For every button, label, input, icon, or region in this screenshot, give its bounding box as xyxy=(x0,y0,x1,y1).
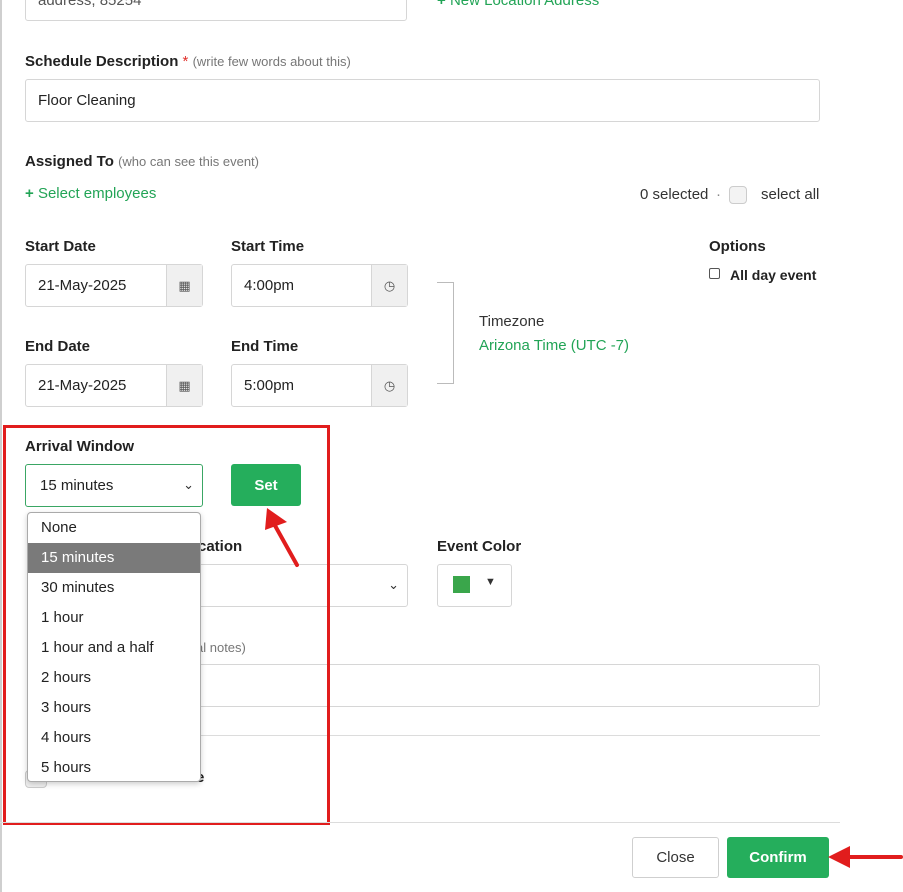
calendar-icon[interactable]: ▦ xyxy=(166,365,202,406)
calendar-icon[interactable]: ▦ xyxy=(166,265,202,306)
modal-left-border xyxy=(0,0,2,892)
end-date-label: End Date xyxy=(25,338,91,355)
clock-icon[interactable]: ◷ xyxy=(371,265,407,306)
start-date-label: Start Date xyxy=(25,238,96,255)
footer-divider xyxy=(0,822,840,823)
end-time-input[interactable]: 5:00pm ◷ xyxy=(231,364,408,407)
chevron-down-icon: ▾ xyxy=(388,0,394,2)
confirm-button[interactable]: Confirm xyxy=(727,837,829,878)
event-color-label: Event Color xyxy=(437,538,522,555)
close-button[interactable]: Close xyxy=(632,837,719,878)
timezone-link[interactable]: Arizona Time (UTC -7) xyxy=(479,337,629,354)
selected-count: 0 selected xyxy=(640,186,709,203)
separator-dot: · xyxy=(716,186,721,203)
start-time-input[interactable]: 4:00pm ◷ xyxy=(231,264,408,307)
chevron-down-icon: ⌄ xyxy=(388,577,399,592)
annotation-highlight-box xyxy=(3,425,330,825)
caret-down-icon: ▼ xyxy=(485,576,496,588)
options-label: Options xyxy=(709,238,766,255)
required-mark: * xyxy=(182,53,189,70)
location-select[interactable]: address, 85254 ▾ xyxy=(25,0,407,21)
end-date-input[interactable]: 21-May-2025 ▦ xyxy=(25,364,203,407)
start-time-label: Start Time xyxy=(231,238,305,255)
plus-icon: + xyxy=(437,0,446,9)
annotation-arrow-confirm xyxy=(828,846,903,868)
all-day-checkbox[interactable] xyxy=(709,268,720,279)
assigned-to-label: Assigned To (who can see this event) xyxy=(25,153,259,170)
new-location-link[interactable]: + New Location Address xyxy=(437,0,599,9)
end-time-label: End Time xyxy=(231,338,299,355)
select-all-label: select all xyxy=(761,186,820,203)
select-employees-link[interactable]: + Select employees xyxy=(25,185,156,202)
annotation-arrow-set xyxy=(265,508,299,567)
all-day-label: All day event xyxy=(730,267,817,283)
clock-icon[interactable]: ◷ xyxy=(371,365,407,406)
time-bracket xyxy=(437,282,454,384)
event-color-picker[interactable]: ▼ xyxy=(437,564,512,607)
schedule-description-input[interactable]: Floor Cleaning xyxy=(25,79,820,122)
schedule-description-label: Schedule Description * (write few words … xyxy=(25,53,351,70)
start-date-input[interactable]: 21-May-2025 ▦ xyxy=(25,264,203,307)
location-value: address, 85254 xyxy=(38,0,142,9)
plus-icon: + xyxy=(25,185,34,202)
select-all-checkbox[interactable] xyxy=(729,186,747,204)
timezone-label: Timezone xyxy=(479,313,545,330)
color-swatch xyxy=(453,576,470,593)
